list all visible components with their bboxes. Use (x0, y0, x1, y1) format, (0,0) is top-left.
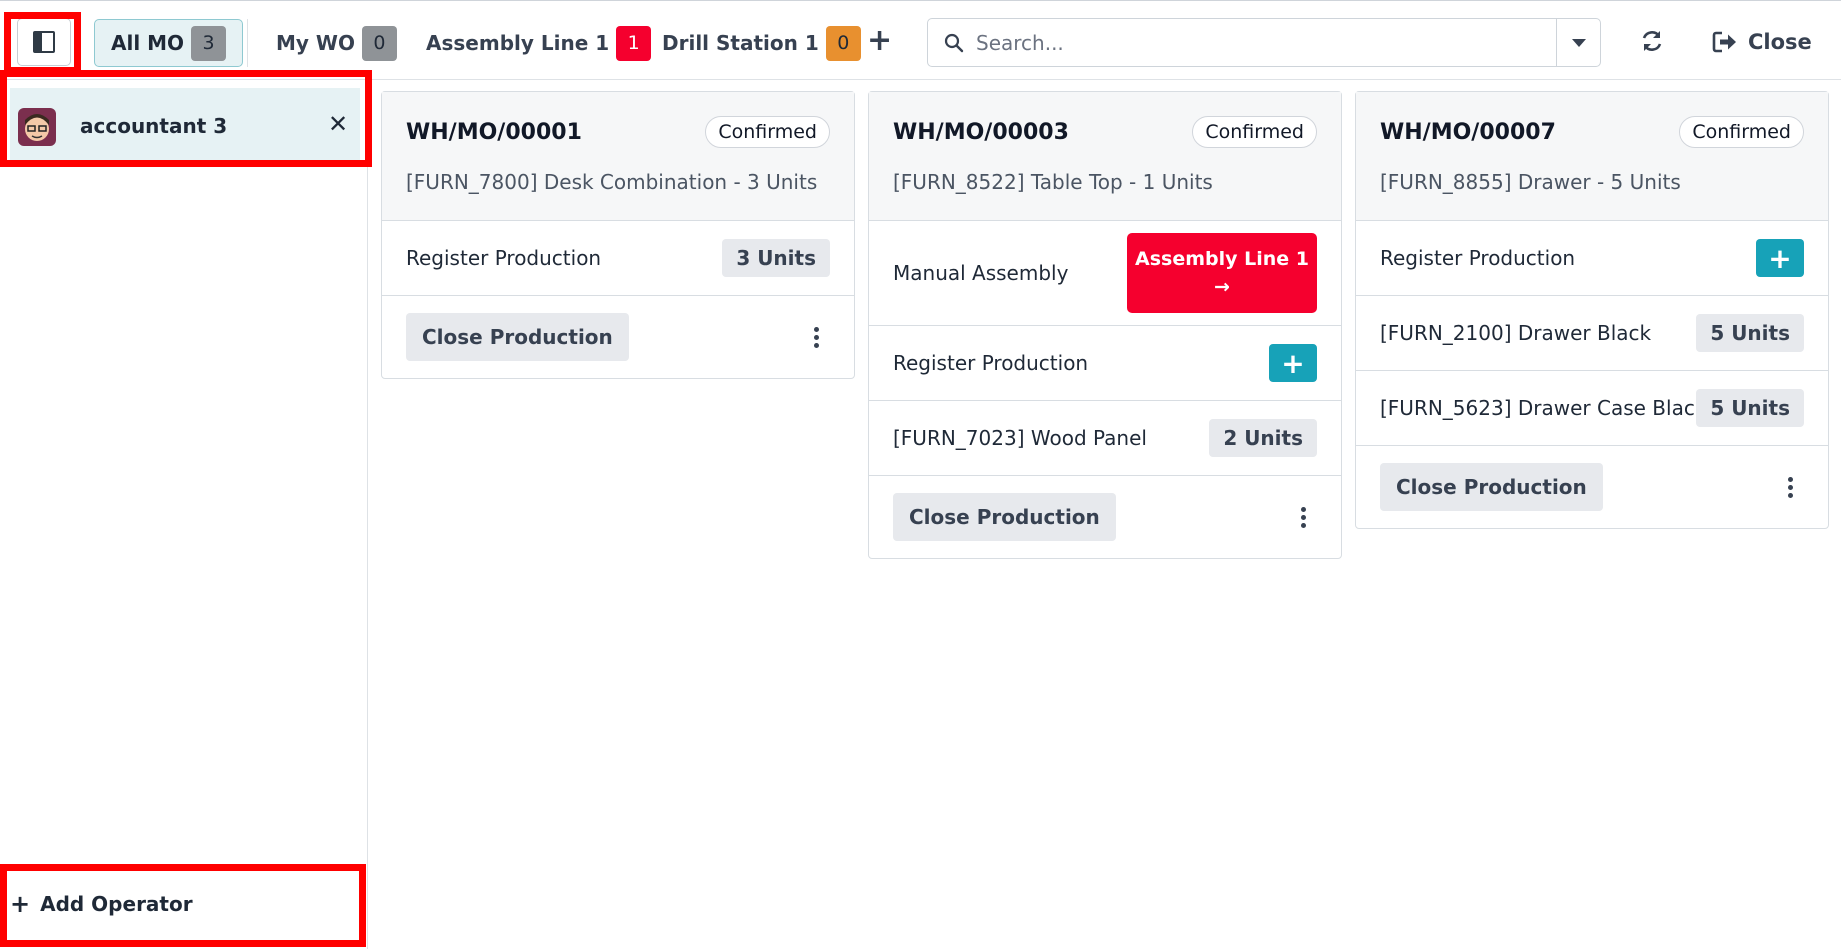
filter-label: My WO (276, 31, 355, 55)
row-label: Register Production (893, 351, 1089, 375)
quantity-badge[interactable]: 3 Units (722, 239, 830, 277)
filter-label: All MO (111, 31, 185, 55)
quantity-badge[interactable]: 2 Units (1209, 419, 1317, 457)
mo-name: WH/MO/00003 (893, 120, 1069, 145)
close-icon[interactable]: ✕ (328, 110, 348, 138)
register-plus-button[interactable]: + (1756, 239, 1804, 277)
plus-icon: + (10, 890, 31, 918)
row-label: Register Production (406, 246, 602, 270)
status-badge: Confirmed (1679, 116, 1804, 148)
card-footer: Close Production (1356, 446, 1828, 528)
caret-down-icon (1571, 38, 1586, 47)
quantity-badge[interactable]: 5 Units (1696, 389, 1804, 427)
close-production-button[interactable]: Close Production (893, 493, 1116, 541)
filter-my-wo[interactable]: My WO 0 (260, 19, 413, 67)
operator-sidebar: accountant 3 ✕ + Add Operator (0, 80, 368, 949)
filter-label: Assembly Line 1 (426, 31, 610, 55)
add-operator-button[interactable]: + Add Operator (10, 890, 193, 918)
mo-name: WH/MO/00007 (1380, 120, 1556, 145)
more-options-icon[interactable] (1788, 476, 1794, 498)
search-icon (944, 33, 964, 52)
close-production-button[interactable]: Close Production (1380, 463, 1603, 511)
sign-out-icon (1712, 31, 1736, 53)
plus-icon[interactable]: + (867, 25, 892, 57)
search-bar (927, 18, 1601, 67)
card-header[interactable]: WH/MO/00007 Confirmed [FURN_8855] Drawer… (1356, 92, 1828, 221)
register-production-row[interactable]: Register Production 3 Units (382, 221, 854, 296)
divider (247, 19, 248, 67)
mo-name: WH/MO/00001 (406, 120, 582, 145)
register-production-row[interactable]: Register Production + (869, 326, 1341, 401)
operator-name: accountant 3 (80, 114, 228, 138)
mo-card: WH/MO/00003 Confirmed [FURN_8522] Table … (868, 91, 1342, 559)
status-badge: Confirmed (705, 116, 830, 148)
workcenter-label: Assembly Line 1 (1135, 248, 1309, 270)
workorder-label: Manual Assembly (893, 261, 1069, 285)
component-label: [FURN_5623] Drawer Case Black (1380, 396, 1707, 420)
close-production-button[interactable]: Close Production (406, 313, 629, 361)
component-label: [FURN_2100] Drawer Black (1380, 321, 1652, 345)
search-input[interactable] (976, 30, 1536, 55)
card-header[interactable]: WH/MO/00003 Confirmed [FURN_8522] Table … (869, 92, 1341, 221)
top-bar: All MO 3 My WO 0 Assembly Line 1 1 Drill… (0, 0, 1841, 80)
add-operator-label: Add Operator (40, 892, 193, 916)
more-options-icon[interactable] (814, 326, 820, 348)
filter-assembly-line-1[interactable]: Assembly Line 1 1 (410, 19, 667, 67)
more-options-icon[interactable] (1301, 506, 1307, 528)
component-label: [FURN_7023] Wood Panel (893, 426, 1147, 450)
search-options-toggle[interactable] (1556, 19, 1600, 66)
count-badge: 3 (191, 25, 227, 61)
card-footer: Close Production (869, 476, 1341, 558)
product-line: [FURN_7800] Desk Combination - 3 Units (406, 170, 818, 194)
component-row[interactable]: [FURN_5623] Drawer Case Black 5 Units (1356, 371, 1828, 446)
panel-toggle-icon (33, 31, 55, 53)
filter-drill-station-1[interactable]: Drill Station 1 0 (646, 19, 877, 67)
component-row[interactable]: [FURN_7023] Wood Panel 2 Units (869, 401, 1341, 476)
count-badge: 0 (825, 25, 861, 61)
card-header[interactable]: WH/MO/00001 Confirmed [FURN_7800] Desk C… (382, 92, 854, 221)
status-badge: Confirmed (1192, 116, 1317, 148)
mo-card: WH/MO/00001 Confirmed [FURN_7800] Desk C… (381, 91, 855, 379)
operator-item[interactable]: accountant 3 ✕ (10, 88, 360, 166)
mo-card: WH/MO/00007 Confirmed [FURN_8855] Drawer… (1355, 91, 1829, 529)
product-line: [FURN_8855] Drawer - 5 Units (1380, 170, 1681, 194)
product-line: [FURN_8522] Table Top - 1 Units (893, 170, 1213, 194)
row-label: Register Production (1380, 246, 1576, 270)
register-plus-button[interactable]: + (1269, 344, 1317, 382)
refresh-icon[interactable] (1638, 27, 1666, 55)
component-row[interactable]: [FURN_2100] Drawer Black 5 Units (1356, 296, 1828, 371)
close-label: Close (1748, 30, 1812, 54)
register-production-row[interactable]: Register Production + (1356, 221, 1828, 296)
arrow-right-icon: → (1214, 276, 1230, 298)
quantity-badge[interactable]: 5 Units (1696, 314, 1804, 352)
avatar (18, 108, 56, 146)
card-footer: Close Production (382, 296, 854, 378)
workcenter-button[interactable]: Assembly Line 1 → (1127, 233, 1317, 313)
sidebar-toggle-button[interactable] (17, 18, 71, 66)
workorder-row[interactable]: Manual Assembly Assembly Line 1 → (869, 221, 1341, 326)
filter-all-mo[interactable]: All MO 3 (94, 19, 244, 67)
close-button[interactable]: Close (1712, 23, 1812, 61)
count-badge: 0 (361, 25, 397, 61)
filter-label: Drill Station 1 (662, 31, 819, 55)
